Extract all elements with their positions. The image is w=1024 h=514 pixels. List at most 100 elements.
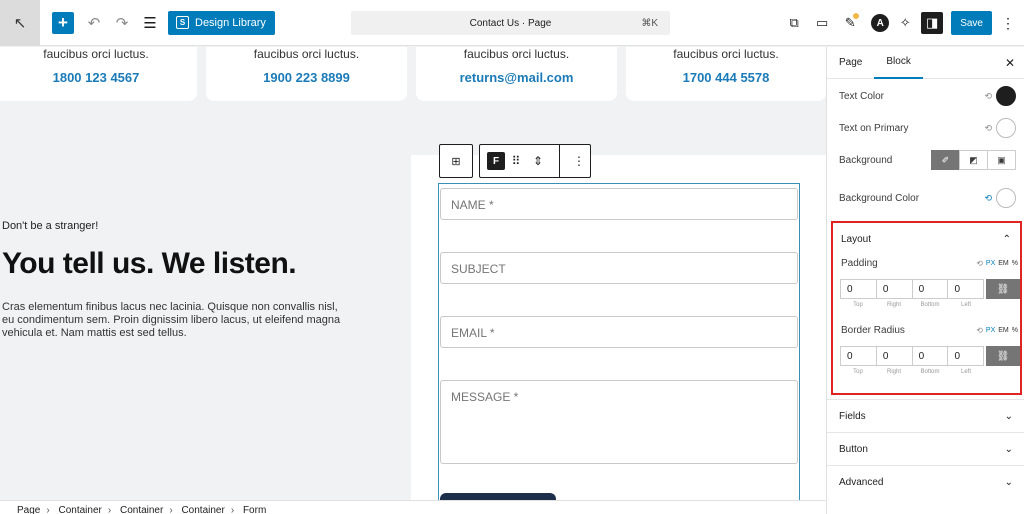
contact-card[interactable]: faucibus orci luctus. 1700 444 5578 — [626, 47, 826, 101]
background-color-swatch[interactable] — [996, 188, 1016, 208]
breadcrumb: Page › Container › Container › Container › F… — [0, 500, 826, 514]
tab-block[interactable]: Block — [874, 47, 923, 79]
radius-top-input[interactable]: 0 — [840, 346, 877, 366]
side-label: Bottom — [920, 302, 940, 308]
desktop-icon: ▭ — [816, 15, 829, 30]
padding-right-input[interactable]: 0 — [875, 279, 913, 299]
view-page-button[interactable]: ⧉ — [782, 11, 806, 35]
breadcrumb-item[interactable]: Page — [17, 505, 40, 514]
options-button[interactable]: ⋮ — [996, 15, 1020, 32]
ai-assistant-button[interactable]: ✧ — [893, 11, 917, 35]
unit-px[interactable]: PX — [986, 260, 995, 267]
breadcrumb-separator-icon: › — [169, 505, 173, 514]
submit-button[interactable] — [440, 493, 556, 500]
eyebrow-text[interactable]: Don't be a stranger! — [2, 220, 98, 232]
unit-toggle: ⟲ PX EM % — [976, 259, 1018, 268]
drag-handle-icon[interactable]: ⠿ — [505, 154, 527, 168]
block-options-icon[interactable]: ⋮ — [568, 154, 590, 168]
side-label: Top — [853, 369, 863, 375]
padding-bottom-input[interactable]: 0 — [911, 279, 949, 299]
link-sides-button[interactable]: ⛓ — [986, 279, 1020, 299]
redo-button[interactable]: ↷ — [114, 14, 130, 32]
close-icon[interactable]: ✕ — [1005, 56, 1015, 70]
plugin-a-button[interactable]: A — [871, 14, 890, 32]
radius-left-input[interactable]: 0 — [947, 346, 985, 366]
description-text[interactable]: Cras elementum finibus lacus nec lacinia… — [2, 301, 347, 340]
breadcrumb-item[interactable]: Container — [181, 505, 224, 514]
document-overview-button[interactable]: ☰ — [142, 14, 158, 32]
padding-row: Padding ⟲ PX EM % — [833, 255, 1020, 271]
radius-bottom-input[interactable]: 0 — [911, 346, 949, 366]
unit-em[interactable]: EM — [998, 260, 1009, 267]
contact-card[interactable]: faucibus orci luctus. 1800 123 4567 — [0, 47, 197, 101]
background-color-type-button[interactable]: ✐ — [931, 150, 960, 170]
sidebar-tabs: Page Block ✕ — [827, 47, 1024, 79]
preview-button[interactable]: ▭ — [810, 11, 834, 35]
padding-side-labels: Top Right Bottom Left — [840, 302, 1020, 308]
wordpress-back-button[interactable]: ↖ — [0, 0, 40, 46]
move-up-down-icon[interactable]: ⇕ — [527, 154, 549, 168]
background-gradient-type-button[interactable]: ◩ — [959, 150, 988, 170]
reset-icon[interactable]: ⟲ — [984, 193, 992, 204]
card-text: faucibus orci luctus. — [673, 47, 779, 61]
message-field[interactable]: MESSAGE * — [440, 380, 798, 464]
link-icon: ⛓ — [996, 350, 1010, 362]
breadcrumb-item[interactable]: Form — [243, 505, 266, 514]
radius-side-labels: Top Right Bottom Left — [840, 369, 1020, 375]
breadcrumb-item[interactable]: Container — [58, 505, 101, 514]
list-view-icon: ☰ — [143, 14, 157, 32]
external-link-icon: ⧉ — [789, 15, 799, 30]
text-on-primary-label: Text on Primary — [839, 122, 909, 134]
background-image-type-button[interactable]: ▣ — [987, 150, 1016, 170]
arrow-up-left-icon: ↖ — [13, 14, 27, 32]
more-vertical-icon: ⋮ — [1001, 14, 1015, 31]
advanced-panel-toggle[interactable]: Advanced ⌄ — [827, 465, 1024, 498]
email-field[interactable]: EMAIL * — [440, 316, 798, 348]
subject-field[interactable]: SUBJECT — [440, 252, 798, 284]
design-library-label: Design Library — [195, 16, 266, 29]
contact-card[interactable]: faucibus orci luctus. returns@mail.com — [416, 47, 617, 101]
side-label: Right — [886, 302, 901, 308]
card-value: returns@mail.com — [459, 70, 574, 85]
editor-canvas: faucibus orci luctus. 1800 123 4567 fauc… — [0, 47, 826, 500]
unit-percent[interactable]: % — [1012, 327, 1018, 334]
plugin-button[interactable]: ✎ — [838, 11, 862, 35]
side-label: Bottom — [920, 369, 940, 375]
padding-top-input[interactable]: 0 — [840, 279, 877, 299]
document-title-bar[interactable]: Contact Us · Page ⌘K — [351, 11, 670, 35]
text-color-swatch[interactable] — [996, 86, 1016, 106]
fields-panel-toggle[interactable]: Fields ⌄ — [827, 399, 1024, 432]
design-library-button[interactable]: S Design Library — [168, 10, 275, 35]
container-icon: ⊞ — [451, 155, 461, 168]
unit-em[interactable]: EM — [998, 327, 1009, 334]
breadcrumb-separator-icon: › — [46, 505, 50, 514]
contact-form[interactable]: NAME * SUBJECT EMAIL * MESSAGE * — [438, 183, 800, 500]
select-parent-button[interactable]: ⊞ — [439, 144, 473, 178]
unit-px[interactable]: PX — [986, 327, 995, 334]
save-button[interactable]: Save — [951, 11, 992, 35]
block-inserter-button[interactable]: + — [52, 11, 74, 34]
reset-icon[interactable]: ⟲ — [984, 123, 992, 134]
page-headline[interactable]: You tell us. We listen. — [2, 247, 297, 281]
settings-sidebar-toggle[interactable]: ◨ — [921, 12, 944, 34]
reset-icon[interactable]: ⟲ — [976, 326, 983, 335]
button-panel-toggle[interactable]: Button ⌄ — [827, 432, 1024, 465]
unit-percent[interactable]: % — [1012, 260, 1018, 267]
gradient-icon: ◩ — [969, 154, 978, 165]
padding-left-input[interactable]: 0 — [947, 279, 985, 299]
radius-right-input[interactable]: 0 — [875, 346, 913, 366]
form-block-icon[interactable]: F — [487, 152, 505, 170]
tab-page[interactable]: Page — [827, 47, 874, 79]
layout-panel-header[interactable]: Layout ⌃ — [833, 223, 1020, 255]
layout-panel: Layout ⌃ Padding ⟲ PX EM % 0 0 0 0 ⛓ Top… — [831, 221, 1022, 395]
contact-card[interactable]: faucibus orci luctus. 1900 223 8899 — [206, 47, 407, 101]
breadcrumb-item[interactable]: Container — [120, 505, 163, 514]
reset-icon[interactable]: ⟲ — [976, 259, 983, 268]
text-color-label: Text Color — [839, 90, 885, 102]
name-field[interactable]: NAME * — [440, 188, 798, 220]
text-on-primary-swatch[interactable] — [996, 118, 1016, 138]
undo-button[interactable]: ↶ — [86, 14, 102, 32]
command-shortcut: ⌘K — [641, 17, 658, 29]
reset-icon[interactable]: ⟲ — [984, 91, 992, 102]
link-corners-button[interactable]: ⛓ — [986, 346, 1020, 366]
